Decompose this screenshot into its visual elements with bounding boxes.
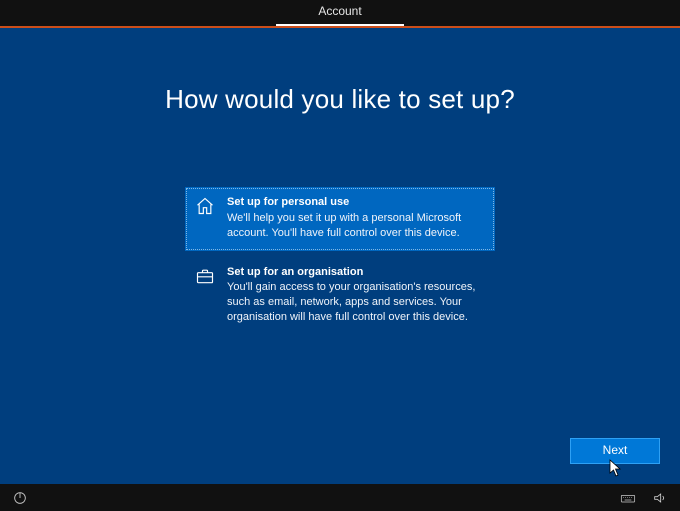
home-icon (195, 196, 215, 216)
keyboard-icon[interactable] (620, 490, 636, 506)
option-org-desc: You'll gain access to your organisation'… (227, 280, 485, 325)
main-panel: How would you like to set up? Set up for… (0, 28, 680, 484)
next-button[interactable]: Next (570, 438, 660, 464)
power-icon[interactable] (12, 490, 28, 506)
option-personal-desc: We'll help you set it up with a personal… (227, 211, 485, 241)
page-title: How would you like to set up? (0, 84, 680, 115)
tab-account[interactable]: Account (276, 0, 403, 26)
option-organisation[interactable]: Set up for an organisation You'll gain a… (185, 257, 495, 335)
option-personal-title: Set up for personal use (227, 195, 485, 210)
volume-icon[interactable] (652, 490, 668, 506)
option-org-title: Set up for an organisation (227, 265, 485, 280)
option-personal-text: Set up for personal use We'll help you s… (227, 195, 485, 241)
setup-options: Set up for personal use We'll help you s… (185, 187, 495, 335)
option-org-text: Set up for an organisation You'll gain a… (227, 265, 485, 325)
briefcase-icon (195, 266, 215, 286)
bottom-bar (0, 484, 680, 511)
top-bar: Account (0, 0, 680, 26)
option-personal-use[interactable]: Set up for personal use We'll help you s… (185, 187, 495, 251)
